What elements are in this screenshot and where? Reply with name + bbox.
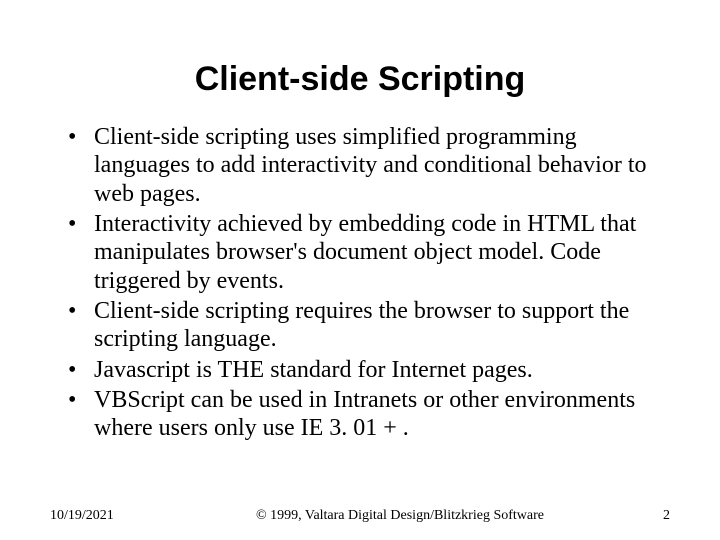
- list-item: Client-side scripting requires the brows…: [68, 297, 670, 354]
- footer-copyright: © 1999, Valtara Digital Design/Blitzkrie…: [190, 508, 610, 524]
- list-item: Javascript is THE standard for Internet …: [68, 356, 670, 384]
- list-item: VBScript can be used in Intranets or oth…: [68, 386, 670, 443]
- list-item: Interactivity achieved by embedding code…: [68, 210, 670, 295]
- list-item: Client-side scripting uses simplified pr…: [68, 123, 670, 208]
- slide-footer: 10/19/2021 © 1999, Valtara Digital Desig…: [0, 508, 720, 524]
- slide: Client-side Scripting Client-side script…: [0, 0, 720, 540]
- footer-date: 10/19/2021: [50, 508, 190, 524]
- bullet-list: Client-side scripting uses simplified pr…: [50, 123, 670, 442]
- footer-page-number: 2: [610, 508, 670, 524]
- slide-title: Client-side Scripting: [50, 60, 670, 99]
